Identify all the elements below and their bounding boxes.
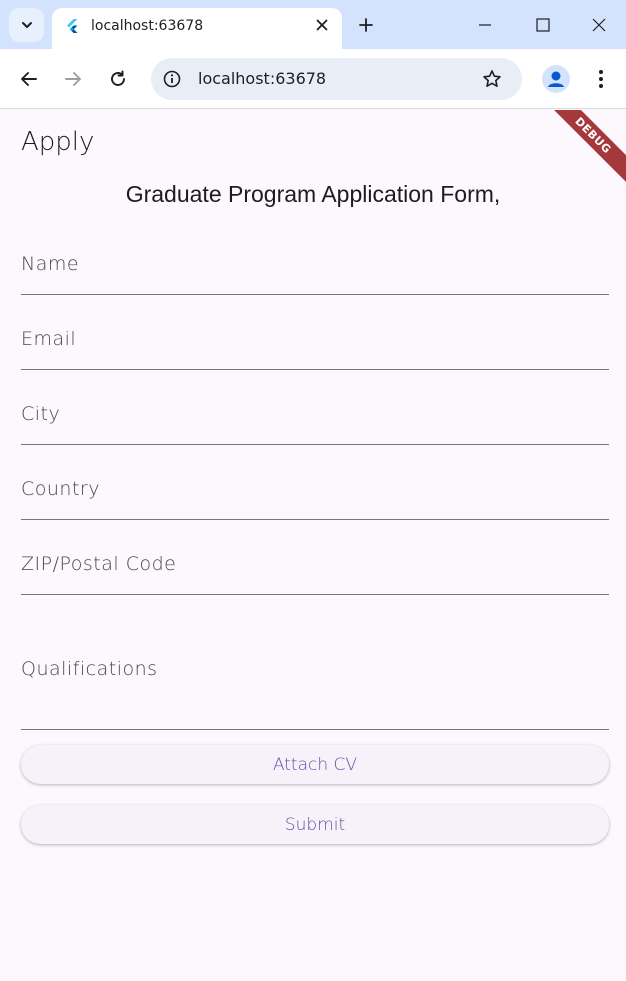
tab-close-button[interactable] [312, 15, 332, 35]
qualifications-field-label: Qualifications [21, 658, 158, 680]
url-text: localhost:63678 [198, 69, 327, 88]
attach-cv-button[interactable]: Attach CV [21, 745, 609, 784]
email-field[interactable]: Email [21, 315, 609, 370]
window-close-button[interactable] [584, 10, 614, 40]
profile-icon [548, 71, 564, 87]
maximize-button[interactable] [528, 10, 558, 40]
forward-arrow-icon [65, 72, 81, 86]
close-icon [316, 19, 328, 31]
maximize-icon [536, 18, 550, 32]
zip-field[interactable]: ZIP/Postal Code [21, 540, 609, 595]
window-close-icon [592, 18, 606, 32]
browser-tab[interactable]: localhost:63678 [52, 8, 342, 49]
debug-banner: DEBUG [540, 110, 626, 189]
submit-button[interactable]: Submit [21, 805, 609, 844]
email-field-label: Email [21, 328, 77, 350]
minimize-button[interactable] [470, 10, 500, 40]
country-field-label: Country [21, 478, 100, 500]
name-field[interactable]: Name [21, 240, 609, 295]
bookmark-button[interactable] [481, 68, 503, 90]
new-tab-button[interactable] [355, 14, 377, 36]
zip-field-label: ZIP/Postal Code [21, 553, 177, 575]
back-arrow-icon [21, 72, 37, 86]
star-icon [483, 70, 501, 87]
country-field[interactable]: Country [21, 465, 609, 520]
name-field-label: Name [21, 253, 80, 275]
city-field-label: City [21, 403, 61, 425]
flutter-favicon-icon [67, 19, 78, 33]
back-button[interactable] [14, 64, 44, 94]
plus-icon [359, 18, 373, 32]
minimize-icon [479, 24, 491, 26]
kebab-menu-icon [599, 70, 603, 88]
qualifications-field[interactable]: Qualifications [21, 615, 609, 730]
reload-button[interactable] [103, 64, 133, 94]
app-content: DEBUG Apply Graduate Program Application… [0, 110, 626, 981]
browser-menu-button[interactable] [588, 65, 614, 93]
forward-button[interactable] [58, 64, 88, 94]
tab-title: localhost:63678 [91, 18, 204, 34]
profile-button[interactable] [542, 65, 570, 93]
address-bar[interactable]: localhost:63678 [151, 58, 522, 100]
form-heading: Graduate Program Application Form, [125, 181, 501, 207]
browser-toolbar: localhost:63678 [0, 49, 626, 109]
city-field[interactable]: City [21, 390, 609, 445]
browser-tabstrip: localhost:63678 [0, 0, 626, 49]
tab-search-button[interactable] [9, 8, 44, 42]
info-icon [163, 70, 181, 88]
reload-icon [111, 70, 125, 86]
app-bar-title: Apply [21, 127, 95, 157]
chevron-down-icon [21, 22, 32, 28]
site-info-button[interactable] [161, 68, 183, 90]
